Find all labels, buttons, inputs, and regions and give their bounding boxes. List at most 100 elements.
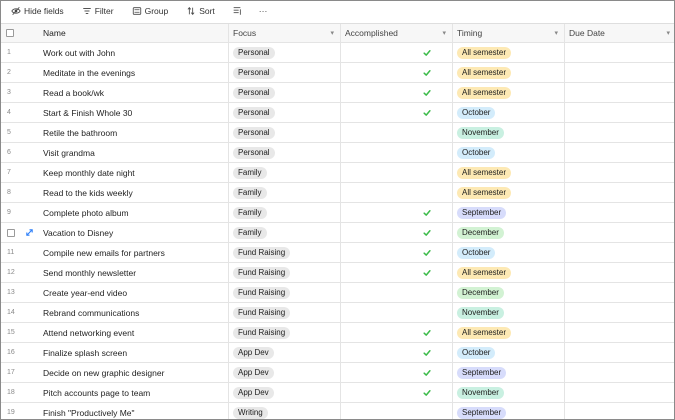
group-button[interactable]: Group [128,3,173,19]
table-row[interactable]: 13 Create year-end video Fund Raising Decem… [1,283,674,303]
table-row[interactable]: 19 Finish "Productively Me" Writing Septemb… [1,403,674,419]
table-row[interactable]: 9 Complete photo album Family September [1,203,674,223]
accomplished-cell[interactable] [341,323,453,342]
timing-cell[interactable]: All semester [453,183,565,202]
timing-cell[interactable]: December [453,223,565,242]
name-cell[interactable]: Read a book/wk [39,83,229,102]
more-options-button[interactable]: ··· [256,3,271,19]
due-date-cell[interactable] [565,203,674,222]
row-checkbox[interactable] [7,228,15,237]
chevron-down-icon[interactable]: ▾ [554,29,558,37]
name-cell[interactable]: Decide on new graphic designer [39,363,229,382]
name-cell[interactable]: Start & Finish Whole 30 [39,103,229,122]
due-date-cell[interactable] [565,303,674,322]
focus-cell[interactable]: App Dev [229,383,341,402]
name-cell[interactable]: Send monthly newsletter [39,263,229,282]
accomplished-cell[interactable] [341,223,453,242]
timing-cell[interactable]: November [453,383,565,402]
accomplished-cell[interactable] [341,343,453,362]
name-cell[interactable]: Pitch accounts page to team [39,383,229,402]
timing-cell[interactable]: All semester [453,323,565,342]
accomplished-cell[interactable] [341,403,453,419]
due-date-cell[interactable] [565,363,674,382]
table-row[interactable]: 5 Retile the bathroom Personal November [1,123,674,143]
due-date-cell[interactable] [565,43,674,62]
accomplished-cell[interactable] [341,203,453,222]
focus-cell[interactable]: App Dev [229,343,341,362]
table-row[interactable]: Vacation to Disney Family December [1,223,674,243]
sort-button[interactable]: Sort [182,3,219,19]
table-row[interactable]: 14 Rebrand communications Fund Raising Nove… [1,303,674,323]
timing-cell[interactable]: All semester [453,63,565,82]
name-cell[interactable]: Create year-end video [39,283,229,302]
table-row[interactable]: 17 Decide on new graphic designer App Dev S… [1,363,674,383]
table-row[interactable]: 1 Work out with John Personal All semester [1,43,674,63]
table-row[interactable]: 6 Visit grandma Personal October [1,143,674,163]
timing-cell[interactable]: October [453,103,565,122]
table-row[interactable]: 7 Keep monthly date night Family All semest… [1,163,674,183]
due-date-cell[interactable] [565,343,674,362]
select-all-checkbox[interactable] [6,29,14,37]
due-date-cell[interactable] [565,183,674,202]
filter-button[interactable]: Filter [78,3,118,19]
row-height-button[interactable] [229,3,248,19]
name-cell[interactable]: Vacation to Disney [39,223,229,242]
timing-cell[interactable]: September [453,203,565,222]
timing-cell[interactable]: October [453,343,565,362]
timing-cell[interactable]: All semester [453,163,565,182]
timing-cell[interactable]: All semester [453,43,565,62]
accomplished-cell[interactable] [341,243,453,262]
column-header-name[interactable]: Name [39,24,229,42]
due-date-cell[interactable] [565,63,674,82]
focus-cell[interactable]: Family [229,183,341,202]
accomplished-cell[interactable] [341,123,453,142]
due-date-cell[interactable] [565,403,674,419]
accomplished-cell[interactable] [341,383,453,402]
column-header-accomplished[interactable]: Accomplished ▾ [341,24,453,42]
table-row[interactable]: 2 Meditate in the evenings Personal All sem… [1,63,674,83]
name-cell[interactable]: Finish "Productively Me" [39,403,229,419]
table-row[interactable]: 11 Compile new emails for partners Fund Ra… [1,243,674,263]
due-date-cell[interactable] [565,83,674,102]
timing-cell[interactable]: November [453,303,565,322]
column-header-focus[interactable]: Focus ▾ [229,24,341,42]
name-cell[interactable]: Meditate in the evenings [39,63,229,82]
accomplished-cell[interactable] [341,143,453,162]
name-cell[interactable]: Attend networking event [39,323,229,342]
name-cell[interactable]: Read to the kids weekly [39,183,229,202]
timing-cell[interactable]: October [453,243,565,262]
timing-cell[interactable]: All semester [453,83,565,102]
due-date-cell[interactable] [565,123,674,142]
timing-cell[interactable]: December [453,283,565,302]
due-date-cell[interactable] [565,163,674,182]
name-cell[interactable]: Work out with John [39,43,229,62]
table-row[interactable]: 18 Pitch accounts page to team App Dev Nove… [1,383,674,403]
accomplished-cell[interactable] [341,283,453,302]
focus-cell[interactable]: Family [229,223,341,242]
name-cell[interactable]: Visit grandma [39,143,229,162]
focus-cell[interactable]: Fund Raising [229,243,341,262]
accomplished-cell[interactable] [341,363,453,382]
column-header-timing[interactable]: Timing ▾ [453,24,565,42]
accomplished-cell[interactable] [341,63,453,82]
accomplished-cell[interactable] [341,263,453,282]
chevron-down-icon[interactable]: ▾ [442,29,446,37]
table-row[interactable]: 12 Send monthly newsletter Fund Raising All… [1,263,674,283]
name-cell[interactable]: Rebrand communications [39,303,229,322]
focus-cell[interactable]: Family [229,203,341,222]
focus-cell[interactable]: Writing [229,403,341,419]
focus-cell[interactable]: Fund Raising [229,303,341,322]
focus-cell[interactable]: Fund Raising [229,323,341,342]
accomplished-cell[interactable] [341,163,453,182]
accomplished-cell[interactable] [341,43,453,62]
timing-cell[interactable]: September [453,403,565,419]
accomplished-cell[interactable] [341,83,453,102]
due-date-cell[interactable] [565,143,674,162]
focus-cell[interactable]: Personal [229,103,341,122]
timing-cell[interactable]: All semester [453,263,565,282]
focus-cell[interactable]: Personal [229,63,341,82]
focus-cell[interactable]: Personal [229,123,341,142]
table-row[interactable]: 8 Read to the kids weekly Family All semest… [1,183,674,203]
name-cell[interactable]: Complete photo album [39,203,229,222]
focus-cell[interactable]: Personal [229,143,341,162]
